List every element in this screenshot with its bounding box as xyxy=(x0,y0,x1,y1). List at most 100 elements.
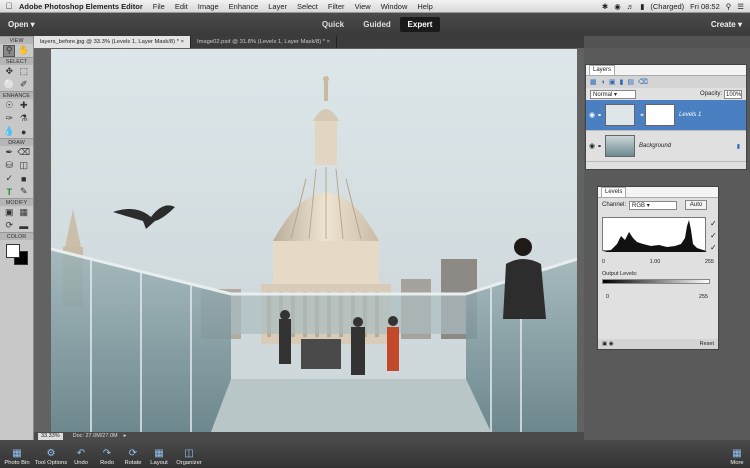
color-swatches xyxy=(0,240,33,268)
paint-bucket-tool-icon[interactable]: ⛁ xyxy=(3,160,15,172)
clip-to-layer-icon[interactable]: ▣ xyxy=(602,341,607,347)
auto-button[interactable]: Auto xyxy=(685,200,708,210)
notifications-icon[interactable]: ☰ xyxy=(737,2,744,11)
menu-layer[interactable]: Layer xyxy=(268,2,287,11)
menu-select[interactable]: Select xyxy=(297,2,318,11)
reset-button[interactable]: Reset xyxy=(700,341,714,347)
status-menu-icon[interactable]: ▸ xyxy=(124,433,127,439)
marquee-tool-icon[interactable]: ⬚ xyxy=(18,66,30,78)
input-gamma-value[interactable]: 1.00 xyxy=(650,259,661,265)
tab-image02[interactable]: Image02.psd @ 31.8% (Levels 1, Layer Mas… xyxy=(191,36,338,48)
link-icon[interactable]: ⚭ xyxy=(597,143,605,150)
recompose-tool-icon[interactable]: ▦ xyxy=(18,207,30,219)
lock-icon[interactable]: ▮ xyxy=(619,78,623,86)
mode-guided[interactable]: Guided xyxy=(356,17,398,32)
photo-canvas[interactable] xyxy=(51,49,577,432)
type-tool-icon[interactable]: T xyxy=(3,186,15,198)
layer-mask-thumbnail[interactable] xyxy=(645,104,675,126)
hand-tool-icon[interactable]: ✋ xyxy=(18,45,30,57)
red-eye-tool-icon[interactable]: ☉ xyxy=(3,100,15,112)
zoom-level-field[interactable]: 33.33% xyxy=(38,432,63,440)
menu-view[interactable]: View xyxy=(355,2,371,11)
brush-tool-icon[interactable]: ✒ xyxy=(3,147,15,159)
output-black-value[interactable]: 0 xyxy=(606,294,609,300)
blend-mode-select[interactable]: Normal ▾ xyxy=(590,89,636,99)
pencil-tool-icon[interactable]: ✎ xyxy=(18,186,30,198)
adjustment-layer-icon[interactable]: ◑ xyxy=(601,79,605,86)
mode-expert[interactable]: Expert xyxy=(400,17,440,32)
layer-name[interactable]: Background xyxy=(639,143,671,149)
lock-all-icon[interactable]: ▤ xyxy=(627,78,634,86)
input-black-value[interactable]: 0 xyxy=(602,259,605,265)
app-name[interactable]: Adobe Photoshop Elements Editor xyxy=(19,2,143,11)
layers-tab[interactable]: Layers xyxy=(589,65,616,75)
apple-icon[interactable]:  xyxy=(4,1,14,11)
visibility-toggle-icon[interactable]: ◉ xyxy=(609,341,614,347)
layer-name[interactable]: Levels 1 xyxy=(679,112,701,118)
layer-mask-icon[interactable]: ▣ xyxy=(609,78,616,86)
photo-bin-button[interactable]: ▦ Photo Bin xyxy=(0,440,34,468)
crop-tool-icon[interactable]: ▣ xyxy=(3,207,15,219)
volume-icon[interactable]: ♬ xyxy=(627,2,635,11)
lasso-tool-icon[interactable]: ⚪ xyxy=(3,79,15,91)
layer-row-background[interactable]: ◉ ⚭ Background ▮ xyxy=(586,131,746,162)
opacity-field[interactable]: 100% xyxy=(724,89,742,99)
delete-layer-icon[interactable]: ⌫ xyxy=(638,78,648,86)
rotate-button[interactable]: ⟳ Rotate xyxy=(120,440,146,468)
zoom-tool-icon[interactable]: ⚲ xyxy=(3,44,16,57)
sponge-tool-icon[interactable]: ● xyxy=(18,126,30,138)
smart-brush-tool-icon[interactable]: ✑ xyxy=(3,113,15,125)
menu-filter[interactable]: Filter xyxy=(328,2,345,11)
mode-quick[interactable]: Quick xyxy=(312,17,354,32)
clock[interactable]: Fri 08:52 xyxy=(690,2,720,11)
close-icon[interactable]: × xyxy=(181,39,184,45)
menu-enhance[interactable]: Enhance xyxy=(229,2,259,11)
bluetooth-icon[interactable]: ✱ xyxy=(602,2,608,11)
battery-icon[interactable]: ▮ xyxy=(640,2,644,11)
layout-button[interactable]: ▦ Layout xyxy=(146,440,172,468)
histogram[interactable] xyxy=(602,217,707,252)
output-white-value[interactable]: 255 xyxy=(699,294,708,300)
more-button[interactable]: ▦ More xyxy=(724,440,750,468)
close-icon[interactable]: × xyxy=(327,39,330,45)
content-aware-move-tool-icon[interactable]: ⟳ xyxy=(3,220,15,232)
blur-tool-icon[interactable]: 💧 xyxy=(3,126,15,138)
tool-options-button[interactable]: ⚙ Tool Options xyxy=(34,440,68,468)
link-icon[interactable]: ⚭ xyxy=(597,112,605,119)
wifi-icon[interactable]: ◉ xyxy=(614,2,621,11)
tab-layers-before[interactable]: layers_before.jpg @ 33.3% (Levels 1, Lay… xyxy=(34,36,191,48)
spotlight-icon[interactable]: ⚲ xyxy=(726,2,732,11)
levels-tab[interactable]: Levels xyxy=(601,187,627,197)
channel-select[interactable]: RGB ▾ xyxy=(629,200,678,210)
spot-healing-tool-icon[interactable]: ✚ xyxy=(18,100,30,112)
redo-button[interactable]: ↷ Redo xyxy=(94,440,120,468)
foreground-color-swatch[interactable] xyxy=(6,244,20,258)
quick-selection-tool-icon[interactable]: ✐ xyxy=(18,79,30,91)
organizer-button[interactable]: ◫ Organizer xyxy=(172,440,206,468)
shape-tool-icon[interactable]: ■ xyxy=(18,173,30,185)
open-button[interactable]: Open ▾ xyxy=(8,20,35,29)
layer-row-levels[interactable]: ◉ ⚭ ⚭ Levels 1 xyxy=(586,100,746,131)
visibility-eye-icon[interactable]: ◉ xyxy=(589,111,597,119)
straighten-tool-icon[interactable]: ▬ xyxy=(18,220,30,232)
undo-button[interactable]: ↶ Undo xyxy=(68,440,94,468)
menu-file[interactable]: File xyxy=(153,2,165,11)
gradient-tool-icon[interactable]: ◫ xyxy=(18,160,30,172)
menu-image[interactable]: Image xyxy=(198,2,219,11)
create-button[interactable]: Create ▾ xyxy=(711,20,742,29)
white-point-eyedropper-icon[interactable]: ✓ xyxy=(710,243,720,255)
menu-help[interactable]: Help xyxy=(417,2,432,11)
black-point-eyedropper-icon[interactable]: ✓ xyxy=(710,219,720,231)
clone-stamp-tool-icon[interactable]: ⚗ xyxy=(18,113,30,125)
move-tool-icon[interactable]: ✥ xyxy=(3,66,15,78)
gray-point-eyedropper-icon[interactable]: ✓ xyxy=(710,231,720,243)
document-size[interactable]: Doc: 27.0M/27.0M xyxy=(73,433,118,439)
input-white-value[interactable]: 255 xyxy=(705,259,714,265)
new-layer-icon[interactable]: ▦ xyxy=(590,78,597,86)
eyedropper-tool-icon[interactable]: ✓ xyxy=(3,173,15,185)
menu-edit[interactable]: Edit xyxy=(175,2,188,11)
menu-window[interactable]: Window xyxy=(381,2,408,11)
visibility-eye-icon[interactable]: ◉ xyxy=(589,142,597,150)
output-levels-slider[interactable] xyxy=(602,279,710,284)
eraser-tool-icon[interactable]: ⌫ xyxy=(17,147,30,159)
